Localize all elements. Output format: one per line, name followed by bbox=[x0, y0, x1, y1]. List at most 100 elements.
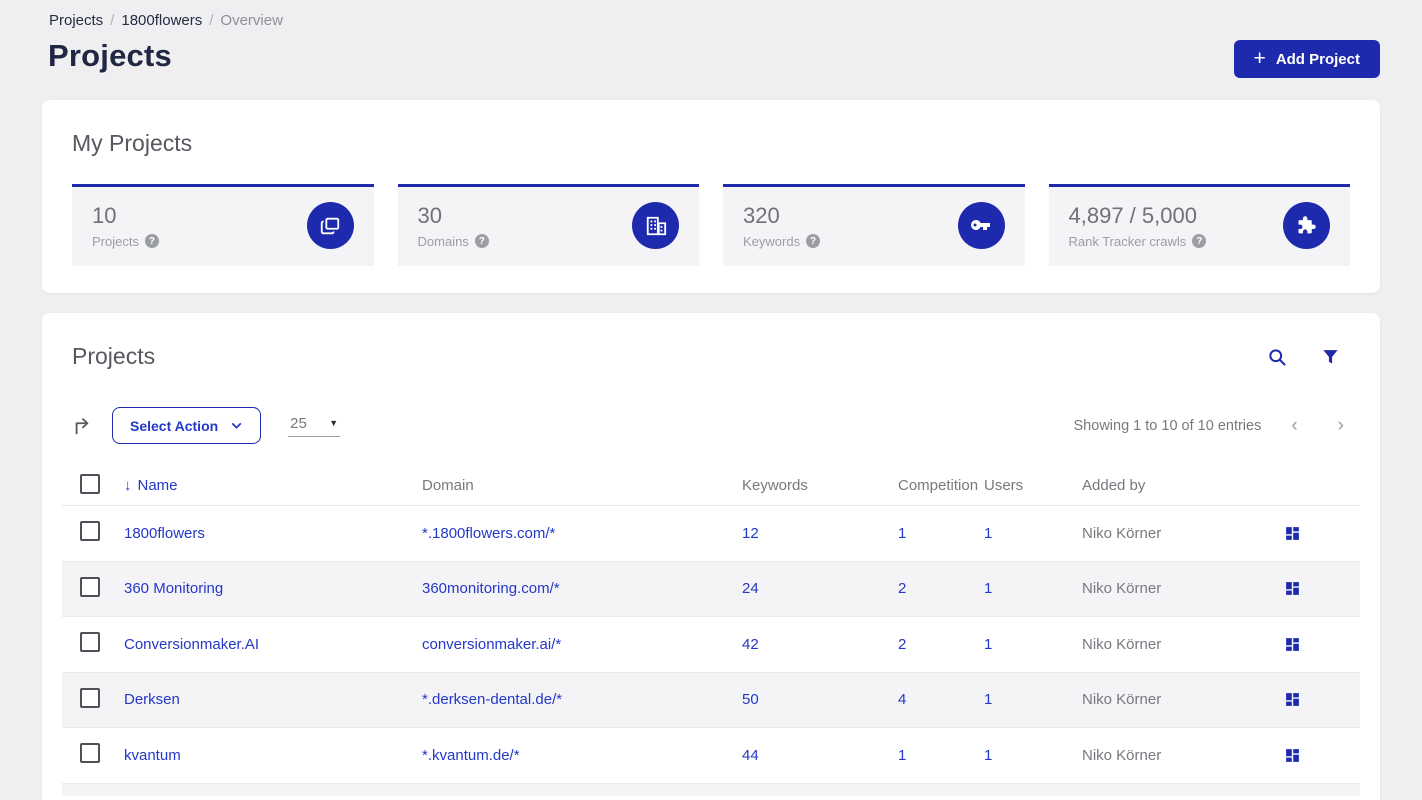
my-projects-title: My Projects bbox=[72, 130, 193, 156]
users-count[interactable]: 1 bbox=[984, 747, 992, 764]
breadcrumb-projects[interactable]: Projects bbox=[49, 12, 103, 29]
search-icon[interactable] bbox=[1265, 345, 1289, 369]
stat-tile-keywords: 320 Keywords? bbox=[723, 184, 1025, 266]
keywords-count[interactable]: 24 bbox=[742, 580, 759, 597]
added-by-name: Niko Körner bbox=[1082, 746, 1162, 764]
users-count[interactable]: 1 bbox=[984, 580, 992, 597]
showing-entries-text: Showing 1 to 10 of 10 entries bbox=[1073, 417, 1262, 434]
chevron-down-icon bbox=[232, 423, 242, 429]
table-body: 1800flowers *.1800flowers.com/* 12 1 1 N… bbox=[62, 506, 1360, 784]
table-row: Derksen *.derksen-dental.de/* 50 4 1 Nik… bbox=[62, 672, 1360, 728]
keywords-count[interactable]: 44 bbox=[742, 747, 759, 764]
row-checkbox[interactable] bbox=[80, 521, 100, 542]
page-title: Projects bbox=[48, 38, 172, 73]
page-size-value: 25 bbox=[290, 414, 307, 432]
building-icon bbox=[632, 202, 679, 249]
added-by-name: Niko Körner bbox=[1082, 524, 1162, 542]
stat-tile-crawls: 4,897 / 5,000 Rank Tracker crawls? bbox=[1048, 184, 1350, 266]
project-name-link[interactable]: 360 Monitoring bbox=[124, 580, 223, 597]
breadcrumb-separator: / bbox=[209, 12, 214, 29]
project-name-link[interactable]: 1800flowers bbox=[124, 525, 205, 542]
stat-label: Keywords bbox=[743, 233, 801, 249]
dashboard-grid-icon[interactable] bbox=[1284, 636, 1301, 653]
projects-table-card: Projects Select Action 25 ▼ Showing 1 to… bbox=[42, 313, 1380, 800]
column-header-name[interactable]: ↓ Name bbox=[124, 477, 422, 494]
projects-copy-icon bbox=[306, 202, 354, 249]
projects-table: ↓ Name Domain Keywords Competition Users… bbox=[62, 466, 1360, 796]
column-header-users[interactable]: Users bbox=[984, 477, 1082, 494]
project-domain-link[interactable]: *.derksen-dental.de/* bbox=[422, 691, 562, 708]
competition-count[interactable]: 4 bbox=[898, 691, 906, 708]
select-action-dropdown[interactable]: Select Action bbox=[112, 407, 262, 444]
row-checkbox[interactable] bbox=[80, 632, 100, 653]
page-size-select[interactable]: 25 ▼ bbox=[288, 414, 341, 437]
help-icon[interactable]: ? bbox=[806, 234, 821, 248]
project-name-link[interactable]: Conversionmaker.AI bbox=[124, 636, 259, 653]
column-header-keywords[interactable]: Keywords bbox=[742, 477, 898, 494]
dashboard-grid-icon[interactable] bbox=[1284, 747, 1301, 764]
table-toolbar: Select Action 25 ▼ Showing 1 to 10 of 10… bbox=[72, 407, 1350, 444]
column-header-domain[interactable]: Domain bbox=[422, 477, 742, 494]
stats-row: 10 Projects? 30 Domains? 320 Keywords ? … bbox=[72, 184, 1350, 266]
row-checkbox[interactable] bbox=[80, 687, 100, 708]
table-row: 1800flowers *.1800flowers.com/* 12 1 1 N… bbox=[62, 506, 1360, 562]
stat-value: 320 bbox=[743, 202, 780, 228]
competition-count[interactable]: 2 bbox=[898, 636, 906, 653]
users-count[interactable]: 1 bbox=[984, 636, 992, 653]
keywords-count[interactable]: 42 bbox=[742, 636, 759, 653]
add-project-button[interactable]: + Add Project bbox=[1233, 40, 1380, 78]
partial-next-row bbox=[62, 783, 1360, 796]
project-domain-link[interactable]: 360monitoring.com/* bbox=[422, 580, 560, 597]
pagination-next-button[interactable]: › bbox=[1338, 416, 1344, 435]
help-icon[interactable]: ? bbox=[1192, 234, 1207, 248]
stat-label: Domains bbox=[417, 233, 469, 249]
select-all-checkbox[interactable] bbox=[80, 473, 100, 494]
users-count[interactable]: 1 bbox=[984, 525, 992, 542]
pagination-prev-button[interactable]: ‹ bbox=[1291, 416, 1297, 435]
my-projects-card: My Projects 10 Projects? 30 Domains? 320… bbox=[42, 100, 1380, 293]
dashboard-grid-icon[interactable] bbox=[1284, 691, 1301, 708]
breadcrumb-overview: Overview bbox=[220, 12, 283, 29]
project-domain-link[interactable]: conversionmaker.ai/* bbox=[422, 636, 561, 653]
table-row: kvantum *.kvantum.de/* 44 1 1 Niko Körne… bbox=[62, 728, 1360, 784]
column-header-competition[interactable]: Competition bbox=[898, 477, 984, 494]
competition-count[interactable]: 2 bbox=[898, 580, 906, 597]
stat-label: Rank Tracker crawls bbox=[1068, 233, 1187, 249]
added-by-name: Niko Körner bbox=[1082, 691, 1162, 709]
row-checkbox[interactable] bbox=[80, 743, 100, 764]
stat-value: 10 bbox=[92, 202, 117, 228]
sort-desc-icon: ↓ bbox=[124, 477, 132, 494]
column-header-added-by[interactable]: Added by bbox=[1082, 477, 1282, 494]
competition-count[interactable]: 1 bbox=[898, 525, 906, 542]
help-icon[interactable]: ? bbox=[144, 234, 159, 248]
projects-panel-title: Projects bbox=[72, 343, 156, 369]
projects-page: Projects / 1800flowers / Overview Projects +… bbox=[0, 0, 1422, 800]
project-domain-link[interactable]: *.kvantum.de/* bbox=[422, 747, 520, 764]
dashboard-grid-icon[interactable] bbox=[1284, 525, 1301, 542]
filter-icon[interactable] bbox=[1319, 345, 1342, 368]
stat-tile-domains: 30 Domains? bbox=[397, 184, 699, 266]
row-checkbox[interactable] bbox=[80, 576, 100, 597]
select-action-label: Select Action bbox=[130, 417, 219, 434]
added-by-name: Niko Körner bbox=[1082, 635, 1162, 653]
breadcrumb-separator: / bbox=[110, 12, 115, 29]
breadcrumb-1800flowers[interactable]: 1800flowers bbox=[121, 12, 202, 29]
project-domain-link[interactable]: *.1800flowers.com/* bbox=[422, 525, 555, 542]
add-project-label: Add Project bbox=[1275, 50, 1360, 68]
table-row: 360 Monitoring 360monitoring.com/* 24 2 … bbox=[62, 561, 1360, 617]
keywords-count[interactable]: 12 bbox=[742, 525, 759, 542]
table-row: Conversionmaker.AI conversionmaker.ai/* … bbox=[62, 617, 1360, 673]
plus-icon: + bbox=[1253, 46, 1266, 70]
project-name-link[interactable]: kvantum bbox=[124, 747, 181, 764]
competition-count[interactable]: 1 bbox=[898, 747, 906, 764]
users-count[interactable]: 1 bbox=[984, 691, 992, 708]
project-name-link[interactable]: Derksen bbox=[124, 691, 180, 708]
key-icon bbox=[957, 202, 1005, 249]
table-header-row: ↓ Name Domain Keywords Competition Users… bbox=[62, 466, 1360, 506]
keywords-count[interactable]: 50 bbox=[742, 691, 759, 708]
help-icon[interactable]: ? bbox=[474, 234, 489, 248]
puzzle-icon bbox=[1283, 202, 1330, 249]
bulk-forward-icon[interactable] bbox=[72, 415, 94, 437]
stat-label: Projects bbox=[92, 233, 139, 249]
dashboard-grid-icon[interactable] bbox=[1284, 580, 1301, 597]
